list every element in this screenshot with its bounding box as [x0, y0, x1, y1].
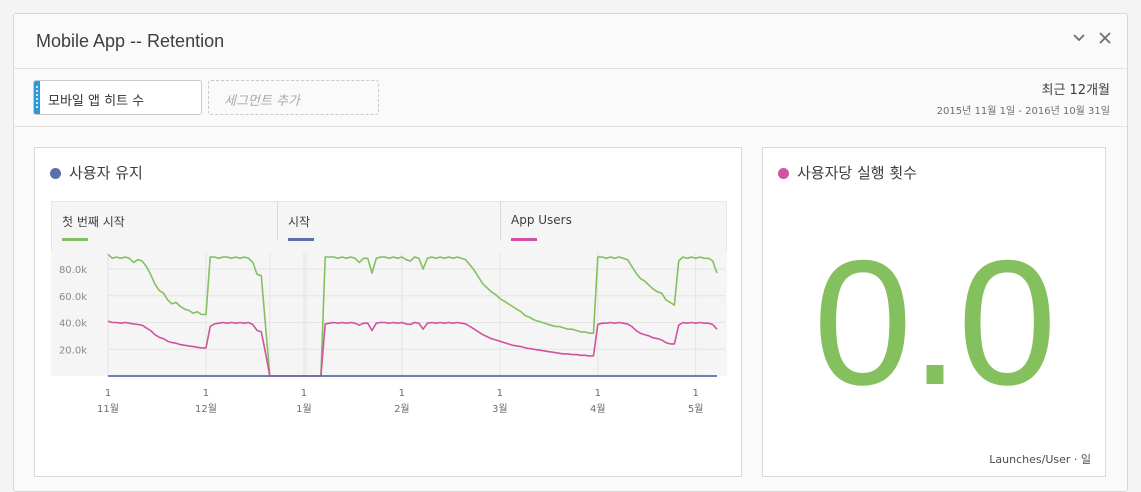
y-tick-label: 80.0k: [59, 265, 87, 276]
legend-swatch: [62, 238, 88, 241]
segment-label: 모바일 앱 히트 수: [48, 94, 145, 109]
metric-dot-icon: [778, 168, 789, 179]
chevron-down-icon[interactable]: [1069, 29, 1089, 49]
retention-card: 사용자 유지 첫 번째 시작 시작 App Users 20.0k 40.0k 60…: [34, 147, 742, 477]
x-tick-day: 1: [105, 388, 111, 399]
retention-card-title: 사용자 유지: [50, 162, 143, 183]
metric-dot-icon: [50, 168, 61, 179]
x-tick-month: 3월: [492, 403, 508, 415]
date-range-title: 최근 12개월: [1041, 83, 1110, 98]
kpi-card-title: 사용자당 실행 횟수: [778, 162, 917, 183]
x-tick-month: 4월: [590, 403, 606, 415]
retention-card-title-text: 사용자 유지: [69, 164, 143, 182]
add-segment-dropzone[interactable]: 세그먼트 추가: [208, 80, 379, 115]
x-tick-day: 1: [203, 388, 209, 399]
x-tick-day: 1: [595, 388, 601, 399]
legend-item-first-launch[interactable]: 첫 번째 시작: [52, 202, 277, 252]
segment-pill[interactable]: 모바일 앱 히트 수: [33, 80, 202, 115]
add-segment-placeholder: 세그먼트 추가: [224, 94, 300, 109]
legend-item-app-users[interactable]: App Users: [501, 202, 727, 252]
kpi-value: 0.0: [813, 223, 1056, 422]
y-tick-label: 20.0k: [59, 345, 87, 356]
x-tick-day: 1: [693, 388, 699, 399]
x-tick-day: 1: [399, 388, 405, 399]
retention-line-chart[interactable]: 20.0k40.0k60.0k80.0k111월112월11월12월13월14월…: [51, 251, 727, 471]
y-tick-label: 40.0k: [59, 319, 87, 330]
x-tick-day: 1: [497, 388, 503, 399]
x-tick-month: 2월: [394, 403, 410, 415]
launches-per-user-card: 사용자당 실행 횟수 0.0 Launches/User · 일: [762, 147, 1106, 477]
legend-label: 첫 번째 시작: [62, 215, 125, 229]
panel-title: Mobile App -- Retention: [36, 31, 225, 51]
x-tick-month: 12월: [195, 403, 217, 415]
close-icon[interactable]: [1095, 29, 1115, 49]
date-range-picker[interactable]: 최근 12개월 2015년 11월 1일 - 2016년 10월 31일: [937, 79, 1110, 117]
panel-header: Mobile App -- Retention: [14, 14, 1127, 69]
kpi-card-title-text: 사용자당 실행 횟수: [797, 164, 917, 182]
x-tick-day: 1: [301, 388, 307, 399]
legend-item-launches[interactable]: 시작: [278, 202, 500, 252]
legend-label: 시작: [288, 215, 311, 229]
legend-label: App Users: [511, 213, 572, 227]
plot-background: [51, 251, 727, 376]
chart-legend: 첫 번째 시작 시작 App Users: [51, 201, 727, 251]
kpi-footer: Launches/User · 일: [989, 453, 1091, 466]
legend-swatch: [511, 238, 537, 241]
date-range-dates: 2015년 11월 1일 - 2016년 10월 31일: [936, 106, 1110, 117]
segment-bar: 모바일 앱 히트 수 세그먼트 추가 최근 12개월 2015년 11월 1일 …: [14, 69, 1127, 127]
drag-handle-icon[interactable]: [34, 81, 40, 114]
x-tick-month: 11월: [97, 403, 119, 415]
x-tick-month: 5월: [688, 403, 704, 415]
y-tick-label: 60.0k: [59, 292, 87, 303]
x-tick-month: 1월: [296, 403, 312, 415]
legend-swatch: [288, 238, 314, 241]
retention-panel: Mobile App -- Retention 모바일 앱 히트 수 세그먼트 …: [13, 13, 1128, 492]
